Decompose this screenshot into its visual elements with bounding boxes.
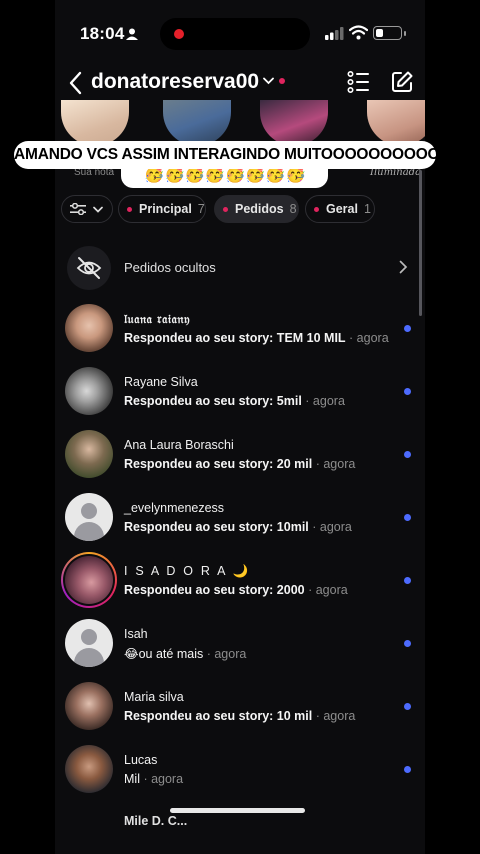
message-preview: Respondeu ao seu story: 20 mil · agora xyxy=(124,457,356,471)
message-preview: Mil · agora xyxy=(124,772,184,786)
sender-name: 𝔩𝔲𝔞𝔫𝔞 𝔯𝔞𝔦𝔞𝔫𝔶 xyxy=(124,312,191,326)
unread-dot xyxy=(404,766,411,773)
sender-name: _evelynmenezess xyxy=(124,501,225,515)
overlay-caption: AMANDO VCS ASSIM INTERAGINDO MUITOOOOOOO… xyxy=(14,141,440,169)
note-avatar[interactable] xyxy=(61,100,129,146)
list-item[interactable]: I S A D O R A 🌙 Respondeu ao seu story: … xyxy=(55,552,425,610)
new-dot xyxy=(223,206,228,212)
default-avatar-icon xyxy=(65,619,113,667)
avatar xyxy=(65,367,113,415)
list-item[interactable]: Isah 😂ou até mais · agora xyxy=(55,617,425,673)
list-item[interactable]: _evelynmenezess Respondeu ao seu story: … xyxy=(55,491,425,547)
back-icon[interactable] xyxy=(67,70,85,96)
default-avatar-icon xyxy=(65,493,113,541)
hidden-requests-row[interactable]: Pedidos ocultos xyxy=(55,246,425,290)
unread-dot xyxy=(404,451,411,458)
chevron-down-icon[interactable] xyxy=(263,77,274,85)
message-preview: Respondeu ao seu story: TEM 10 MIL · ago… xyxy=(124,331,389,345)
chevron-down-icon xyxy=(93,206,103,213)
list-item[interactable]: Rayane Silva Respondeu ao seu story: 5mi… xyxy=(55,365,425,421)
sender-name: Ana Laura Boraschi xyxy=(124,438,234,452)
status-bar: 18:04 xyxy=(55,0,425,68)
message-preview: Respondeu ao seu story: 10 mil · agora xyxy=(124,709,356,723)
tab-geral[interactable]: Geral 1 xyxy=(305,195,375,223)
battery-level xyxy=(375,28,383,37)
status-time: 18:04 xyxy=(80,24,125,43)
sender-name: Lucas xyxy=(124,753,158,767)
avatar xyxy=(65,682,113,730)
filter-settings-button[interactable] xyxy=(61,195,113,223)
note-avatar[interactable] xyxy=(260,100,328,146)
signal-icon xyxy=(325,27,344,40)
notification-dot xyxy=(279,78,285,84)
message-preview: Respondeu ao seu story: 5mil · agora xyxy=(124,394,345,408)
unread-dot xyxy=(404,577,411,584)
home-indicator[interactable] xyxy=(170,808,305,813)
partial-list-item[interactable]: Mile D. C... xyxy=(124,814,187,828)
new-dot xyxy=(314,206,319,212)
new-dot xyxy=(127,206,132,212)
tab-principal[interactable]: Principal 7 xyxy=(118,195,206,223)
avatar xyxy=(65,556,113,604)
account-username[interactable]: donatoreserva00 xyxy=(91,70,259,94)
eye-off-icon xyxy=(67,246,111,290)
note-avatar[interactable] xyxy=(367,100,425,146)
note-avatar[interactable] xyxy=(163,100,231,146)
list-item[interactable]: 𝔩𝔲𝔞𝔫𝔞 𝔯𝔞𝔦𝔞𝔫𝔶 Respondeu ao seu story: TEM… xyxy=(55,302,425,358)
sender-name: Isah xyxy=(124,627,148,641)
scrollbar[interactable] xyxy=(419,170,422,316)
battery-tip xyxy=(404,31,406,36)
unread-dot xyxy=(404,703,411,710)
filter-row: Principal 7 Pedidos 8 Geral 1 xyxy=(55,195,425,223)
unread-dot xyxy=(404,640,411,647)
wifi-icon xyxy=(349,25,368,40)
list-item[interactable]: Maria silva Respondeu ao seu story: 10 m… xyxy=(55,680,425,736)
avatar xyxy=(65,745,113,793)
tab-pedidos[interactable]: Pedidos 8 xyxy=(214,195,299,223)
sender-name: Maria silva xyxy=(124,690,184,704)
avatar xyxy=(65,304,113,352)
recording-icon xyxy=(174,29,184,39)
sender-name: I S A D O R A 🌙 xyxy=(124,564,251,578)
phone-screen: 18:04 donatoreserva00 Sua nota Iluminada… xyxy=(55,0,425,854)
dynamic-island xyxy=(160,18,310,50)
sender-name: Rayane Silva xyxy=(124,375,198,389)
compose-icon[interactable] xyxy=(390,70,414,94)
list-icon[interactable] xyxy=(347,70,371,94)
message-preview: Respondeu ao seu story: 2000 · agora xyxy=(124,583,348,597)
person-icon xyxy=(126,28,138,40)
list-item[interactable]: Lucas Mil · agora xyxy=(55,743,425,799)
avatar xyxy=(65,430,113,478)
sliders-icon xyxy=(70,203,86,215)
unread-dot xyxy=(404,514,411,521)
list-item[interactable]: Ana Laura Boraschi Respondeu ao seu stor… xyxy=(55,428,425,484)
unread-dot xyxy=(404,388,411,395)
chevron-right-icon xyxy=(399,260,408,274)
unread-dot xyxy=(404,325,411,332)
message-preview: Respondeu ao seu story: 10mil · agora xyxy=(124,520,352,534)
battery-icon xyxy=(373,26,402,40)
hidden-requests-label: Pedidos ocultos xyxy=(124,260,216,275)
header: donatoreserva00 xyxy=(55,64,425,104)
message-preview: 😂ou até mais · agora xyxy=(124,647,247,661)
